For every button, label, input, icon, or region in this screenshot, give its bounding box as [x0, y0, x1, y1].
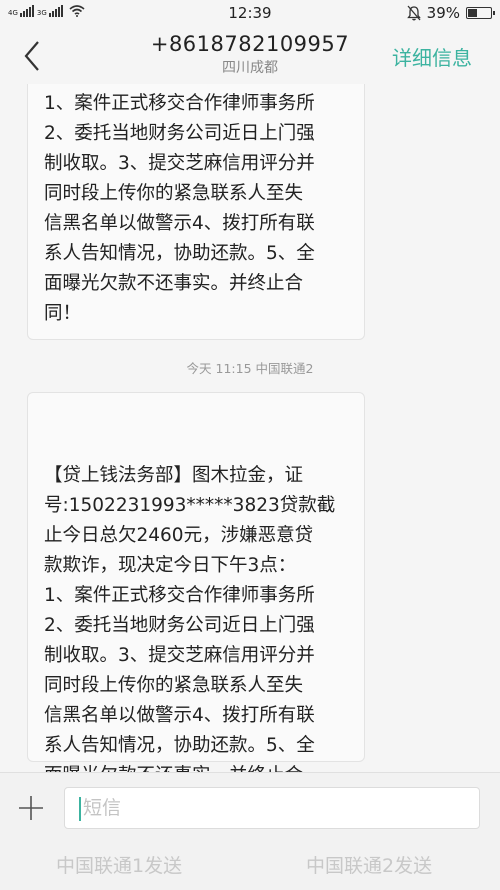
message-line: 同时段上传你的紧急联系人至失	[44, 675, 304, 696]
message-line: 面曝光欠款不还事实。并终止合	[44, 761, 350, 772]
message-line: 号:1502231993*****3823贷款截	[44, 495, 336, 516]
message-line: 2、委托当地财务公司近日上门强	[44, 615, 315, 636]
message-line: 面曝光欠款不还事实。并终止合	[44, 273, 304, 294]
message-bubble[interactable]: 款欺诈，现决定今日下午3点：1、案件正式移交合作律师事务所2、委托当地财务公司近…	[27, 84, 365, 340]
message-line: 2、委托当地财务公司近日上门强	[44, 123, 315, 144]
plus-icon	[19, 796, 43, 820]
text-cursor	[79, 797, 81, 821]
message-line: 同！	[44, 303, 82, 324]
battery-icon	[466, 7, 495, 19]
add-attachment-button[interactable]	[16, 793, 46, 823]
message-text: 款欺诈，现决定今日下午3点：1、案件正式移交合作律师事务所2、委托当地财务公司近…	[44, 84, 350, 329]
message-text: 【贷上钱法务部】图木拉金，证号:1502231993*****3823贷款截 止今…	[44, 461, 350, 772]
message-list[interactable]: 款欺诈，现决定今日下午3点： 1、案件正式移交合作律师事务所 2、委托当地财务公司近…	[0, 84, 500, 772]
message-line: 系人告知情况，协助还款。5、全	[44, 243, 315, 264]
message-line: 同时段上传你的紧急联系人至失	[44, 183, 304, 204]
message-line: 止今日总欠2460元，涉嫌恶意贷	[44, 525, 314, 546]
composer: 中国联通1发送 中国联通2发送	[0, 772, 500, 890]
message-line: 1、案件正式移交合作律师事务所	[44, 585, 315, 606]
message-line: 制收取。3、提交芝麻信用评分并	[44, 645, 315, 666]
sms-input[interactable]	[64, 787, 480, 829]
message-line: 制收取。3、提交芝麻信用评分并	[44, 153, 315, 174]
conversation-header: +8618782109957 四川成都 详细信息	[0, 28, 500, 84]
message-timestamp: 今天 11:15 中国联通2	[186, 361, 314, 376]
message-line: 1、案件正式移交合作律师事务所	[44, 93, 315, 114]
details-button[interactable]: 详细信息	[392, 42, 472, 71]
message-line: 信黑名单以做警示4、拨打所有联	[44, 213, 315, 234]
message-line: 信黑名单以做警示4、拨打所有联	[44, 705, 315, 726]
message-line: 【贷上钱法务部】图木拉金，证	[44, 465, 304, 486]
send-sim1-button[interactable]: 中国联通1发送	[56, 851, 182, 878]
message-line: 款欺诈，现决定今日下午3点：	[44, 555, 297, 576]
send-sim2-button[interactable]: 中国联通2发送	[306, 851, 432, 878]
battery-percent: 39%	[426, 4, 460, 22]
status-bar: 4G 3G 12:39 39%	[0, 0, 500, 28]
message-line: 系人告知情况，协助还款。5、全	[44, 735, 315, 756]
status-right: 39%	[406, 4, 495, 22]
battery-fill	[468, 9, 478, 17]
bell-off-icon	[406, 5, 421, 21]
message-bubble[interactable]: 【贷上钱法务部】图木拉金，证号:1502231993*****3823贷款截 止今…	[27, 392, 365, 772]
